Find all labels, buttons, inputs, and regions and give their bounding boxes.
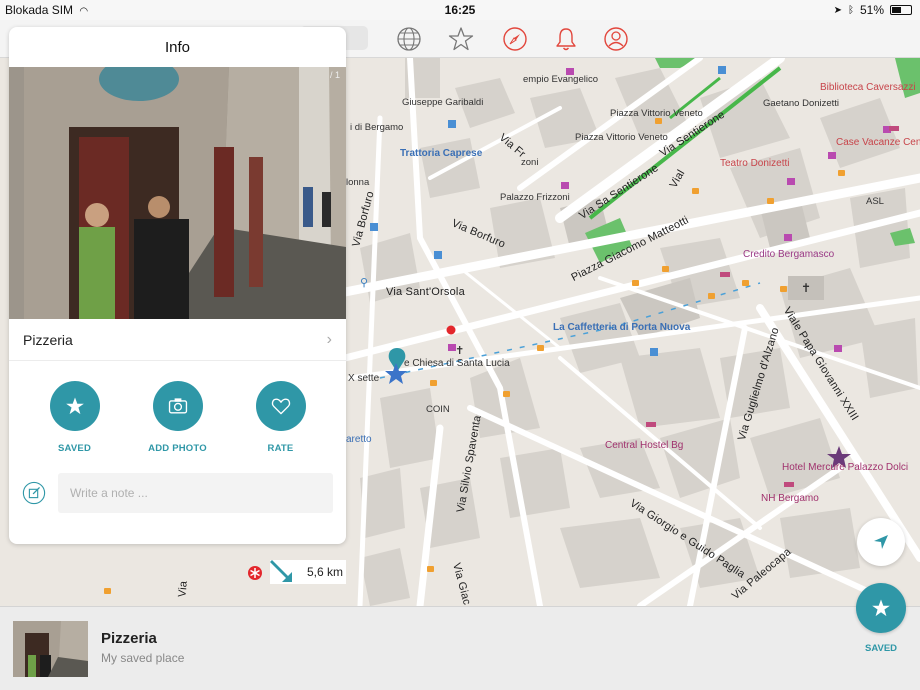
info-panel-title: Info bbox=[164, 38, 191, 56]
status-bar: Blokada SIM ◠ 16:25 ➤ ᛒ 51% bbox=[0, 0, 920, 20]
poi-trattoria-caprese[interactable]: Trattoria Caprese bbox=[400, 148, 482, 159]
bottom-place-bar[interactable]: Pizzeria My saved place bbox=[0, 606, 920, 690]
map-label: zoni bbox=[521, 157, 539, 168]
distance-value: 5,6 km bbox=[306, 565, 343, 579]
map-label: Giuseppe Garibaldi bbox=[402, 97, 484, 108]
bottom-place-subtitle: My saved place bbox=[101, 651, 185, 665]
street-label: Via bbox=[176, 580, 190, 598]
saved-fab-button[interactable] bbox=[856, 583, 906, 633]
street-label: Via Sant'Orsola bbox=[386, 286, 465, 298]
place-thumbnail-image bbox=[13, 621, 88, 677]
rate-action[interactable]: RATE bbox=[236, 381, 326, 473]
action-row: SAVED ADD PHOTO RATE bbox=[9, 361, 346, 473]
location-arrow-icon: ➤ bbox=[833, 4, 842, 16]
saved-fab-label: SAVED bbox=[864, 643, 898, 654]
compass-icon[interactable] bbox=[502, 26, 528, 52]
note-row bbox=[9, 473, 346, 513]
rate-label: RATE bbox=[267, 443, 294, 454]
map-label: Piazza Vittorio Veneto bbox=[610, 108, 703, 119]
map-label: Palazzo Frizzoni bbox=[500, 192, 570, 203]
map-label: ASL bbox=[866, 196, 884, 207]
bluetooth-icon: ᛒ bbox=[847, 4, 854, 16]
bell-icon[interactable] bbox=[553, 26, 579, 52]
map-label: Gaetano Donizetti bbox=[763, 98, 840, 109]
saved-action[interactable]: SAVED bbox=[30, 381, 120, 473]
place-name: Pizzeria bbox=[23, 331, 73, 348]
profile-icon[interactable] bbox=[603, 26, 629, 52]
distance-badge: 5,6 km bbox=[270, 560, 346, 584]
status-right: ➤ ᛒ 51% bbox=[834, 3, 912, 17]
globe-icon[interactable] bbox=[396, 26, 422, 52]
poi-nh-bergamo[interactable]: NH Bergamo bbox=[761, 493, 819, 504]
add-photo-label: ADD PHOTO bbox=[148, 443, 207, 454]
note-input[interactable] bbox=[58, 473, 333, 513]
poi-la-caffetteria[interactable]: La Caffetteria di Porta Nuova bbox=[553, 322, 690, 333]
place-photo-image bbox=[9, 67, 346, 319]
poi-credito-bergamasco[interactable]: Credito Bergamasco bbox=[743, 249, 834, 260]
add-photo-button[interactable] bbox=[152, 381, 203, 431]
battery-percent: 51% bbox=[859, 3, 884, 17]
poi-central-hostel[interactable]: Central Hostel Bg bbox=[605, 440, 683, 451]
map-label: aretto bbox=[346, 434, 372, 445]
star-icon[interactable] bbox=[448, 26, 474, 52]
info-panel: Info / 1 Pizzeria › SAVED ADD PHOTO RATE… bbox=[9, 27, 346, 544]
navigation-arrow-icon bbox=[874, 535, 888, 549]
svg-text:✝: ✝ bbox=[455, 344, 464, 357]
poi-case-vacanze[interactable]: Case Vacanze Cen bbox=[836, 137, 920, 148]
add-photo-action[interactable]: ADD PHOTO bbox=[133, 381, 223, 473]
camera-icon bbox=[168, 398, 187, 414]
star-icon bbox=[872, 599, 890, 617]
direction-arrow-icon bbox=[270, 560, 292, 582]
place-name-row[interactable]: Pizzeria › bbox=[9, 319, 346, 361]
place-photo[interactable]: / 1 bbox=[9, 67, 346, 319]
svg-text:⚲: ⚲ bbox=[360, 276, 368, 289]
map-label: i di Bergamo bbox=[350, 122, 404, 133]
map-label: COIN bbox=[426, 404, 450, 415]
svg-text:✝: ✝ bbox=[801, 281, 811, 295]
bottom-place-title: Pizzeria bbox=[101, 630, 157, 647]
edit-note-icon bbox=[22, 481, 46, 505]
poi-teatro-donizetti[interactable]: Teatro Donizetti bbox=[720, 158, 789, 169]
heart-icon bbox=[271, 398, 290, 415]
saved-label: SAVED bbox=[57, 443, 92, 454]
poi-hotel-mercure[interactable]: Hotel Mercure Palazzo Dolci bbox=[782, 462, 908, 473]
medical-icon bbox=[248, 566, 262, 580]
clock: 16:25 bbox=[444, 3, 476, 17]
chevron-right-icon: › bbox=[326, 330, 332, 348]
photo-counter: / 1 bbox=[329, 70, 340, 80]
poi-biblioteca[interactable]: Biblioteca Caversazzi bbox=[820, 82, 916, 93]
map-label: lonna bbox=[346, 177, 370, 188]
battery-icon bbox=[890, 5, 912, 15]
rate-button[interactable] bbox=[255, 381, 306, 431]
star-icon bbox=[65, 397, 84, 415]
map-label: empio Evangelico bbox=[523, 74, 598, 85]
map-label: e Chiesa di Santa Lucia bbox=[404, 358, 510, 369]
locate-me-button[interactable] bbox=[857, 518, 905, 566]
place-thumbnail[interactable] bbox=[13, 621, 88, 677]
map-label: X sette bbox=[348, 373, 380, 384]
map-label: Piazza Vittorio Veneto bbox=[575, 132, 668, 143]
saved-button[interactable] bbox=[49, 381, 100, 431]
